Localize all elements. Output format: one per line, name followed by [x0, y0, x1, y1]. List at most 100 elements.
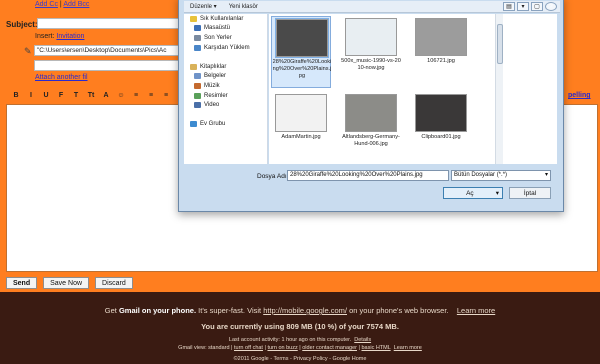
- scrollbar-thumb[interactable]: [497, 24, 503, 64]
- nav-item-9[interactable]: Video: [184, 100, 267, 110]
- file-name: 106721.jpg: [427, 58, 455, 64]
- send-button[interactable]: Send: [6, 277, 38, 289]
- view-label: Gmail view: standard |: [178, 345, 233, 351]
- subject-input[interactable]: [37, 18, 187, 29]
- cancel-button[interactable]: İptal: [509, 187, 551, 199]
- view-dropdown-icon[interactable]: ▾: [517, 2, 529, 11]
- nav-label: Son Yerler: [204, 34, 232, 41]
- nav-item-1[interactable]: Masaüstü: [184, 24, 267, 34]
- insert-label: Insert:: [35, 33, 55, 40]
- mobile-link[interactable]: http://mobile.google.com/: [263, 306, 347, 315]
- invitation-link[interactable]: Invitation: [56, 33, 84, 40]
- open-split-arrow-icon[interactable]: ▾: [496, 188, 502, 199]
- nav-item-8[interactable]: Resimler: [184, 91, 267, 101]
- chevron-down-icon: ▾: [544, 172, 548, 178]
- format-tool-3[interactable]: F: [55, 92, 67, 99]
- open-button-label: Aç: [466, 190, 474, 197]
- nav-label: Masaüstü: [204, 25, 231, 32]
- nav-item-7[interactable]: Müzik: [184, 81, 267, 91]
- account-activity: Last account activity: 1 hour ago on thi…: [0, 337, 600, 343]
- new-folder-button[interactable]: Yeni klasör: [223, 4, 264, 10]
- attachment-input-2[interactable]: [34, 60, 184, 71]
- attach-another-link[interactable]: Attach another fil: [35, 74, 88, 81]
- storage-usage: You are currently using 809 MB (10 %) of…: [201, 322, 399, 331]
- file-thumbnail: [415, 18, 467, 56]
- nav-label: Ev Grubu: [200, 121, 226, 128]
- filename-input[interactable]: 28%20Giraffe%20Looking%20Over%20Plains.j…: [287, 170, 449, 181]
- check-spelling-link[interactable]: pelling: [568, 92, 591, 99]
- nav-label: Resimler: [204, 92, 228, 99]
- format-tool-7[interactable]: ☺: [115, 92, 127, 99]
- nav-item-5[interactable]: Kitaplıklar: [184, 62, 267, 72]
- format-tool-9[interactable]: ≡: [145, 92, 157, 99]
- organize-menu[interactable]: Düzenle ▾: [184, 3, 223, 10]
- promo-bold: Gmail on your phone.: [118, 306, 197, 315]
- nav-item-11[interactable]: Ev Grubu: [184, 120, 267, 130]
- folder-icon: [194, 82, 201, 89]
- nav-item-4: [184, 52, 267, 62]
- nav-item-3[interactable]: Karşıdan Yüklem: [184, 43, 267, 53]
- file-tile[interactable]: 28%20Giraffe%20Looking%20Over%20Plains.j…: [271, 16, 331, 88]
- file-list: 28%20Giraffe%20Looking%20Over%20Plains.j…: [269, 14, 557, 164]
- navigation-pane: Sık Kullanılanlar Masaüstü Son Yerler Karşı…: [184, 14, 268, 164]
- view-options-icon[interactable]: ▤: [503, 2, 515, 11]
- compose-buttons: Send Save Now Discard: [6, 277, 133, 289]
- view-controls: ▤ ▾ ▢ ?: [503, 2, 560, 11]
- filetype-value: Bütün Dosyalar (*.*): [454, 172, 508, 178]
- format-tool-4[interactable]: T: [70, 92, 82, 99]
- folder-icon: [190, 121, 197, 128]
- insert-row: Insert: Invitation: [35, 33, 84, 40]
- add-cc-link[interactable]: Add Cc: [35, 1, 58, 8]
- file-thumbnail: [345, 94, 397, 132]
- file-name: Altlandsberg-Germany-Hund-006.jpg: [342, 134, 400, 147]
- folder-icon: [194, 25, 201, 32]
- preview-pane-icon[interactable]: ▢: [531, 2, 543, 11]
- folder-icon: [194, 102, 201, 109]
- folder-icon: [194, 73, 201, 80]
- gmail-view-links: Gmail view: standard | turn off chat | t…: [178, 345, 422, 351]
- folder-icon: [194, 92, 201, 99]
- learn-more-link[interactable]: Learn more: [457, 306, 495, 315]
- open-button[interactable]: Aç ▾: [443, 187, 503, 199]
- file-name: 500x_music-1990-vs-2010-now.jpg: [341, 58, 401, 71]
- format-tool-10[interactable]: ≡: [160, 92, 172, 99]
- format-tool-5[interactable]: Tt: [85, 92, 97, 99]
- file-name: 28%20Giraffe%20Looking%20Over%20Plains.j…: [272, 59, 332, 79]
- copyright: ©2011 Google - Terms - Privacy Policy - …: [233, 356, 367, 362]
- nav-item-6[interactable]: Belgeler: [184, 72, 267, 82]
- cc-bcc-links: Add Cc | Add Bcc: [35, 1, 89, 8]
- attachment-path-input[interactable]: "C:\Users\ersen\Desktop\Documents\Pics\A…: [34, 45, 184, 56]
- nav-label: Sık Kullanılanlar: [200, 15, 244, 22]
- format-tool-0[interactable]: B: [10, 92, 22, 99]
- nav-item-2[interactable]: Son Yerler: [184, 33, 267, 43]
- folder-icon: [190, 15, 197, 22]
- format-tool-6[interactable]: A: [100, 92, 112, 99]
- help-icon[interactable]: ?: [545, 2, 557, 11]
- learn-more-link-2[interactable]: Learn more: [394, 345, 422, 351]
- filename-label: Dosya Adı:: [257, 173, 289, 180]
- file-name: AdamMartin.jpg: [281, 134, 321, 140]
- discard-button[interactable]: Discard: [95, 277, 133, 289]
- format-tool-8[interactable]: ≡: [130, 92, 142, 99]
- file-thumbnail: [275, 18, 329, 58]
- turn-off-chat-link[interactable]: turn off chat: [234, 345, 263, 351]
- mobile-promo: Get Gmail on your phone. It's super-fast…: [0, 306, 600, 315]
- open-file-dialog: Düzenle ▾ Yeni klasör ▤ ▾ ▢ ? Sık Kullan…: [178, 0, 564, 212]
- add-bcc-link[interactable]: Add Bcc: [63, 1, 89, 8]
- nav-label: Müzik: [204, 82, 220, 89]
- format-tool-2[interactable]: U: [40, 92, 52, 99]
- dialog-command-bar: Düzenle ▾ Yeni klasör ▤ ▾ ▢ ?: [184, 1, 560, 13]
- save-now-button[interactable]: Save Now: [43, 277, 90, 289]
- paperclip-icon: ✎: [24, 46, 32, 56]
- older-contact-manager-link[interactable]: older contact manager: [302, 345, 357, 351]
- file-list-scrollbar[interactable]: [495, 14, 503, 164]
- nav-item-0[interactable]: Sık Kullanılanlar: [184, 14, 267, 24]
- details-link[interactable]: Details: [354, 337, 371, 343]
- nav-label: Karşıdan Yüklem: [204, 44, 250, 51]
- basic-html-link[interactable]: basic HTML: [361, 345, 390, 351]
- filetype-select[interactable]: Bütün Dosyalar (*.*) ▾: [451, 170, 551, 181]
- format-tool-1[interactable]: I: [25, 92, 37, 99]
- turn-on-buzz-link[interactable]: turn on buzz: [267, 345, 297, 351]
- nav-item-10: [184, 110, 267, 120]
- folder-icon: [194, 34, 201, 41]
